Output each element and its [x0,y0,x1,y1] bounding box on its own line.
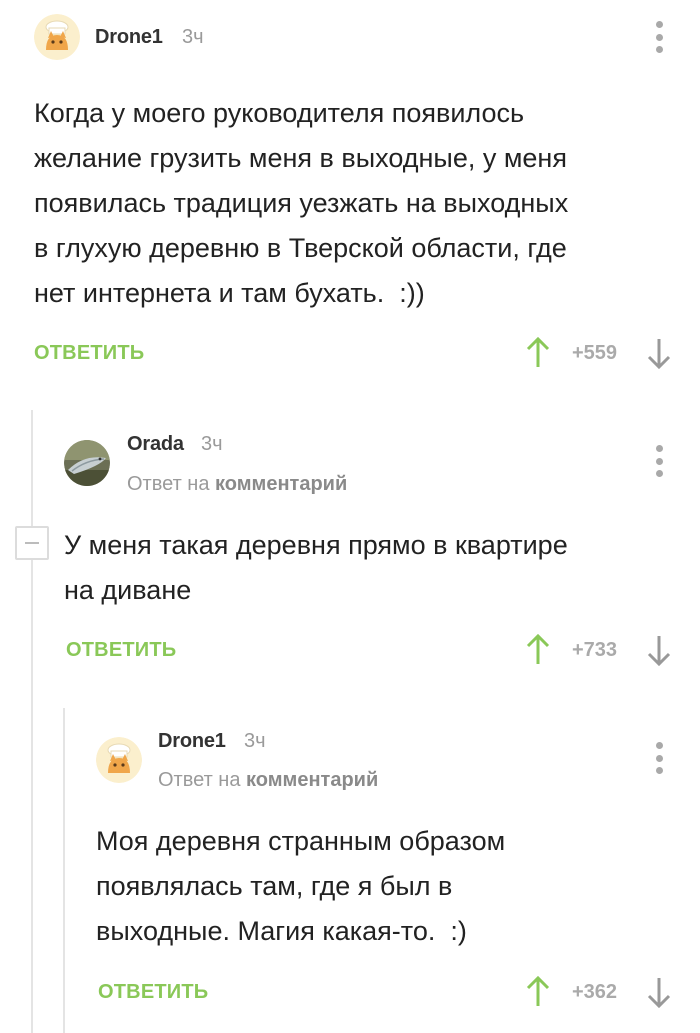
arrow-up-icon[interactable] [526,976,550,1008]
arrow-down-icon[interactable] [647,976,671,1008]
chef-cat-avatar-icon [96,737,142,783]
reply-button[interactable]: ОТВЕТИТЬ [98,981,208,1004]
comment-text: Моя деревня странным образом появлялась … [96,826,506,946]
author-name[interactable]: Drone1 [158,730,226,753]
avatar-drone1[interactable] [96,737,142,783]
comment-score: +362 [572,981,618,1003]
reply-to-link[interactable]: комментарий [246,769,378,791]
reply-to-prefix: Ответ на [158,769,241,791]
reply-to-info: Ответ на комментарий [158,769,378,792]
comment-menu-button[interactable] [654,742,664,774]
comment-3: Drone1 3ч Ответ на комментарий Моя дерев… [0,0,700,1033]
more-vertical-icon [655,742,663,749]
comment-time: 3ч [244,730,266,752]
